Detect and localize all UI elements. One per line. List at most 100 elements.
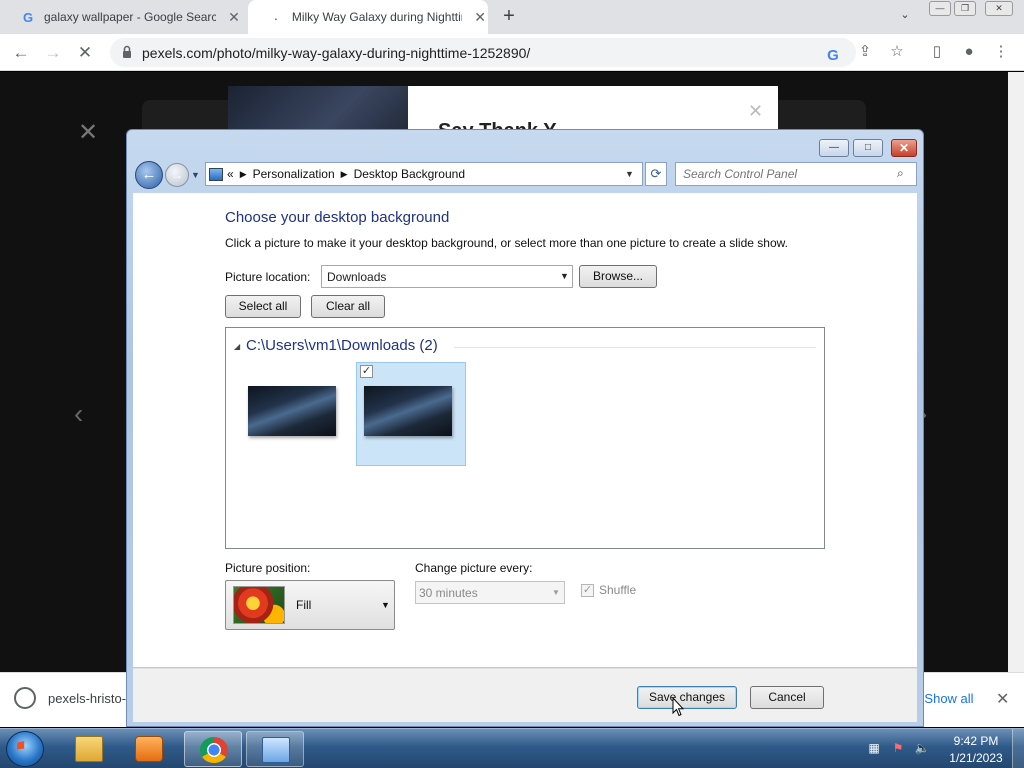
taskbar-media-player[interactable] bbox=[120, 731, 178, 767]
browse-button[interactable]: Browse... bbox=[579, 265, 657, 288]
picture-checkbox[interactable]: ✓ bbox=[360, 365, 373, 378]
page-scrollbar[interactable] bbox=[1008, 72, 1024, 672]
cancel-button[interactable]: Cancel bbox=[750, 686, 824, 709]
back-arrow-icon[interactable]: ← bbox=[8, 40, 34, 66]
loading-favicon-icon: . bbox=[274, 11, 278, 23]
breadcrumb[interactable]: « ▶ Personalization ▶ Desktop Background bbox=[205, 162, 643, 186]
group-header[interactable]: C:\Users\vm1\Downloads (2) bbox=[246, 337, 438, 354]
dialog-maximize-icon[interactable]: □ bbox=[853, 139, 883, 157]
lock-icon bbox=[123, 45, 131, 58]
breadcrumb-separator-icon[interactable]: ▶ bbox=[341, 169, 348, 180]
change-interval-select[interactable]: 30 minutes bbox=[415, 581, 565, 604]
chevron-down-icon[interactable]: ▼ bbox=[552, 588, 560, 597]
control-panel-icon bbox=[262, 737, 290, 763]
address-dropdown-icon[interactable]: ▼ bbox=[625, 169, 634, 179]
shuffle-checkbox[interactable]: ✓ bbox=[581, 584, 594, 597]
chevron-down-icon[interactable]: ▼ bbox=[560, 271, 569, 281]
save-changes-button[interactable]: Save changes bbox=[637, 686, 737, 709]
browser-tab-strip: G galaxy wallpaper - Google Search ✕ . M… bbox=[0, 0, 1024, 34]
action-center-icon[interactable]: ⚑ bbox=[890, 740, 906, 756]
picture-item[interactable] bbox=[236, 362, 346, 466]
menu-kebab-icon[interactable]: ⋮ bbox=[990, 41, 1012, 63]
breadcrumb-personalization[interactable]: Personalization bbox=[253, 167, 335, 181]
google-favicon-icon: G bbox=[22, 9, 34, 25]
picture-location-label: Picture location: bbox=[225, 270, 311, 284]
close-download-bar-icon[interactable]: ✕ bbox=[996, 689, 1009, 709]
google-lens-icon[interactable]: G bbox=[822, 45, 844, 67]
close-tab-icon[interactable]: ✕ bbox=[472, 9, 488, 26]
browser-toolbar: ← → ✕ pexels.com/photo/milky-way-galaxy-… bbox=[0, 34, 1024, 71]
picture-position-select[interactable]: Fill ▼ bbox=[225, 580, 395, 630]
search-input[interactable] bbox=[675, 162, 917, 186]
breadcrumb-desktop-background[interactable]: Desktop Background bbox=[354, 167, 465, 181]
side-panel-icon[interactable]: ▯ bbox=[926, 41, 948, 63]
tab-title: galaxy wallpaper - Google Search bbox=[44, 10, 216, 24]
picture-position-value: Fill bbox=[296, 598, 312, 612]
dialog-minimize-icon[interactable]: — bbox=[819, 139, 849, 157]
tab-search-icon[interactable]: ⌄ bbox=[895, 8, 915, 26]
show-all-downloads-button[interactable]: Show all bbox=[914, 683, 984, 715]
new-tab-icon[interactable]: + bbox=[497, 5, 521, 29]
download-filename: pexels-hristo- bbox=[48, 690, 127, 706]
picture-position-label: Picture position: bbox=[225, 561, 311, 575]
back-arrow-icon[interactable]: ← bbox=[135, 161, 163, 189]
tab-google-search[interactable]: G galaxy wallpaper - Google Search ✕ bbox=[0, 0, 246, 34]
minimize-icon[interactable]: — bbox=[929, 1, 951, 16]
profile-avatar-icon[interactable]: ● bbox=[958, 41, 980, 63]
shuffle-label: Shuffle bbox=[599, 583, 637, 597]
stop-loading-icon[interactable]: ✕ bbox=[72, 40, 98, 66]
clear-all-button[interactable]: Clear all bbox=[311, 295, 385, 318]
clock-time[interactable]: 9:42 PM bbox=[950, 734, 1002, 748]
collapse-group-icon[interactable]: ◢ bbox=[234, 342, 240, 351]
chrome-icon bbox=[200, 737, 228, 763]
forward-arrow-icon[interactable]: → bbox=[40, 40, 66, 66]
search-icon[interactable]: ⌕ bbox=[897, 166, 904, 181]
breadcrumb-separator-icon[interactable]: ▶ bbox=[240, 169, 247, 180]
forward-arrow-icon[interactable]: → bbox=[165, 163, 189, 187]
show-desktop-button[interactable] bbox=[1012, 729, 1024, 768]
tab-title: Milky Way Galaxy during Nighttime bbox=[291, 10, 463, 24]
network-icon[interactable]: ▦ bbox=[866, 740, 882, 756]
close-window-icon[interactable]: ✕ bbox=[985, 1, 1013, 16]
download-item[interactable]: pexels-hristo- bbox=[14, 687, 126, 709]
taskbar-chrome[interactable] bbox=[184, 731, 242, 767]
tab-milky-way[interactable]: . Milky Way Galaxy during Nighttime ✕ bbox=[248, 0, 488, 34]
address-bar[interactable]: pexels.com/photo/milky-way-galaxy-during… bbox=[110, 38, 856, 67]
page-description: Click a picture to make it your desktop … bbox=[225, 236, 788, 250]
refresh-icon[interactable]: ⟳ bbox=[645, 162, 667, 186]
restore-icon[interactable]: ❐ bbox=[954, 1, 976, 16]
bookmark-star-icon[interactable]: ☆ bbox=[886, 41, 908, 63]
desktop-background-window: — □ ✕ ← → ▼ « ▶ Personalization ▶ Deskto… bbox=[126, 129, 924, 727]
mouse-cursor-icon bbox=[672, 697, 684, 717]
taskbar-explorer[interactable] bbox=[60, 731, 118, 767]
flower-preview-icon bbox=[233, 586, 285, 624]
galaxy-thumbnail[interactable] bbox=[248, 386, 336, 436]
change-picture-label: Change picture every: bbox=[415, 561, 533, 575]
breadcrumb-overflow[interactable]: « bbox=[227, 167, 234, 181]
previous-photo-icon[interactable]: ‹ bbox=[74, 398, 83, 430]
media-player-icon bbox=[135, 736, 163, 762]
folder-icon bbox=[75, 736, 103, 762]
modal-close-icon[interactable]: ✕ bbox=[78, 118, 98, 147]
dialog-close-icon[interactable]: ✕ bbox=[891, 139, 917, 157]
dialog-footer: Save changes Cancel bbox=[133, 668, 917, 722]
select-all-button[interactable]: Select all bbox=[225, 295, 301, 318]
start-button[interactable] bbox=[6, 731, 44, 767]
control-panel-icon bbox=[209, 167, 223, 181]
galaxy-thumbnail[interactable] bbox=[364, 386, 452, 436]
chevron-down-icon[interactable]: ▼ bbox=[381, 600, 390, 610]
volume-icon[interactable]: 🔈 bbox=[914, 740, 930, 756]
taskbar: ▦ ⚑ 🔈 9:42 PM 1/21/2023 bbox=[0, 728, 1024, 768]
dialog-content: Choose your desktop background Click a p… bbox=[133, 193, 917, 667]
clock-date[interactable]: 1/21/2023 bbox=[944, 751, 1008, 765]
share-icon[interactable]: ⇪ bbox=[854, 41, 876, 63]
thank-you-close-icon[interactable]: ✕ bbox=[748, 101, 763, 122]
close-tab-icon[interactable]: ✕ bbox=[226, 9, 242, 26]
page-title: Choose your desktop background bbox=[225, 209, 450, 226]
download-file-icon bbox=[14, 687, 36, 709]
picture-list[interactable]: ◢ C:\Users\vm1\Downloads (2) ✓ bbox=[225, 327, 825, 549]
taskbar-control-panel[interactable] bbox=[246, 731, 304, 767]
history-dropdown-icon[interactable]: ▼ bbox=[191, 170, 200, 180]
picture-location-select[interactable]: Downloads bbox=[321, 265, 573, 288]
picture-item-selected[interactable]: ✓ bbox=[356, 362, 466, 466]
